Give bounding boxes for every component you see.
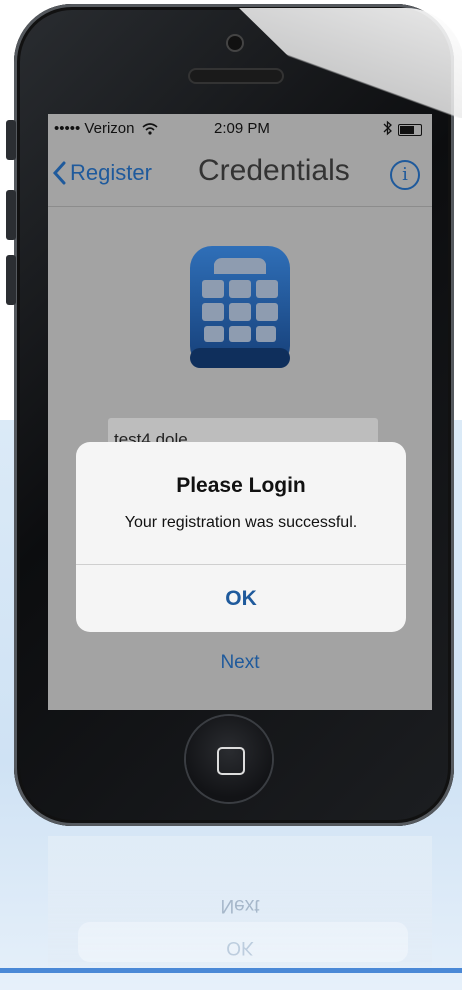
phone-reflection: Next OK: [48, 836, 432, 966]
carrier-label: ••••• Verizon: [54, 120, 158, 137]
page-title: Credentials: [198, 154, 350, 187]
status-bar: ••••• Verizon 2:09 PM: [48, 114, 432, 144]
nav-bar: Register Credentials i: [48, 144, 432, 207]
mute-switch: [6, 120, 16, 160]
info-icon[interactable]: i: [390, 160, 420, 190]
alert-dialog: Please Login Your registration was succe…: [76, 442, 406, 632]
back-button-label: Register: [70, 160, 152, 185]
volume-down-button: [6, 255, 16, 305]
carrier-text: ••••• Verizon: [54, 120, 135, 137]
home-button-icon[interactable]: [186, 716, 272, 802]
front-camera: [228, 36, 242, 50]
reflection-next-text: Next: [220, 895, 260, 916]
reflection-ok-text: OK: [226, 937, 254, 958]
volume-up-button: [6, 190, 16, 240]
status-time: 2:09 PM: [214, 120, 270, 137]
phone-screen: ••••• Verizon 2:09 PM Register Credentia…: [48, 114, 432, 710]
bluetooth-icon: [383, 120, 392, 140]
next-button[interactable]: Next: [48, 652, 432, 674]
alert-message: Your registration was successful.: [124, 514, 358, 531]
wifi-icon: [142, 123, 158, 135]
back-button[interactable]: Register: [52, 160, 152, 186]
phone-sheen: [239, 8, 462, 118]
alert-title: Please Login: [176, 474, 306, 497]
stage: ••••• Verizon 2:09 PM Register Credentia…: [0, 0, 462, 990]
backdrop-line: [0, 968, 462, 973]
alert-ok-button[interactable]: OK: [76, 565, 406, 632]
app-globe-icon: [190, 246, 290, 368]
earpiece-speaker: [190, 70, 282, 82]
chevron-left-icon: [52, 161, 66, 185]
battery-icon: [398, 124, 422, 136]
